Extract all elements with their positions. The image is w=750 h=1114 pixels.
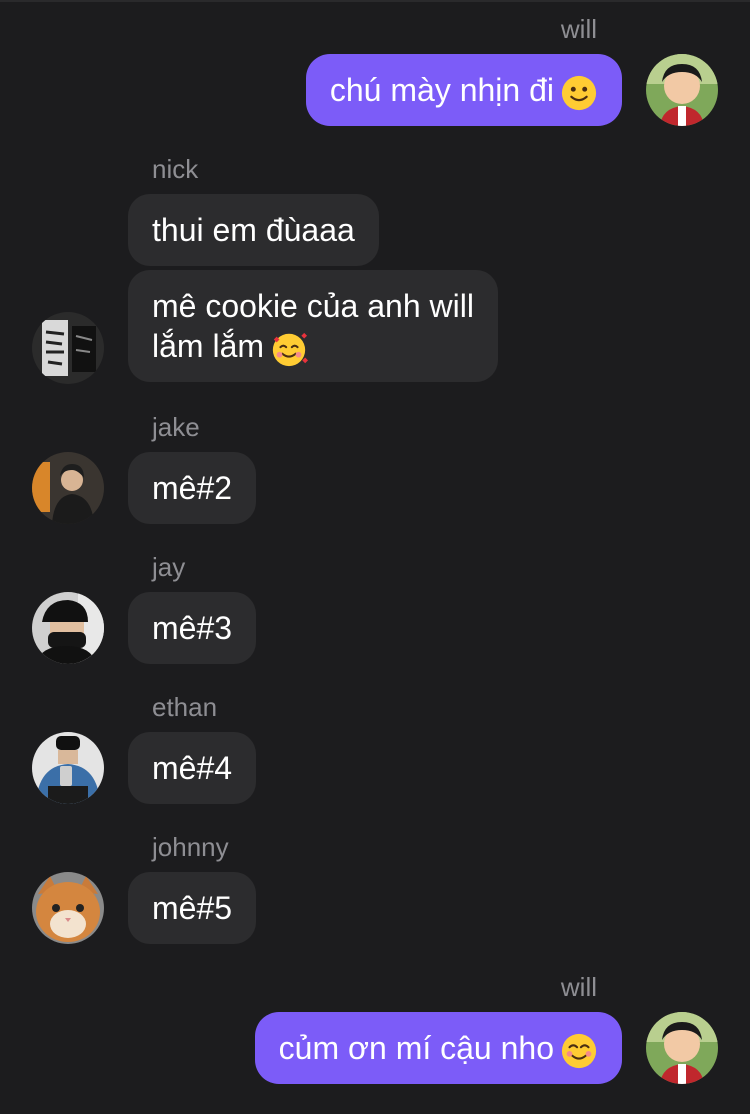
message-text: mê#3 — [152, 610, 233, 646]
sender-name-johnny: johnny — [152, 832, 229, 862]
will-avatar[interactable] — [646, 54, 718, 126]
slightly-smiling-face-emoji-icon — [561, 75, 597, 110]
message-text: mê#4 — [152, 750, 233, 786]
message-text: mê#5 — [152, 890, 233, 926]
smiling-face-emoji-icon — [561, 1033, 597, 1068]
sender-name-jay: jay — [152, 552, 186, 582]
message-bubble-incoming[interactable]: mê cookie của anh will lắm lắm — [128, 270, 498, 382]
message-bubble-incoming[interactable]: mê#5 — [128, 872, 257, 944]
jay-avatar-image — [32, 592, 104, 664]
sender-name-will: will — [560, 972, 597, 1002]
message-bubble-incoming[interactable]: thui em đùaaa — [128, 194, 379, 266]
message-text-line1: mê cookie của anh will — [152, 288, 474, 324]
message-bubble-outgoing[interactable]: chú mày nhịn đi — [305, 54, 622, 126]
message-text: chú mày nhịn đi — [329, 72, 554, 108]
nick-avatar-image — [32, 312, 104, 384]
will-avatar-image — [646, 54, 718, 126]
message-bubble-incoming[interactable]: mê#4 — [128, 732, 257, 804]
top-divider — [0, 0, 750, 2]
message-bubble-outgoing[interactable]: củm ơn mí cậu nho — [254, 1012, 622, 1084]
cat-avatar-image — [32, 872, 104, 944]
ethan-avatar[interactable] — [32, 732, 104, 804]
will-avatar-image — [646, 1012, 718, 1084]
sender-name-nick: nick — [152, 154, 199, 184]
sender-name-will: will — [560, 14, 597, 44]
jake-avatar[interactable] — [32, 452, 104, 524]
smiling-face-with-hearts-emoji-icon — [272, 332, 309, 366]
message-text: củm ơn mí cậu nho — [278, 1030, 554, 1066]
jake-avatar-image — [32, 452, 104, 524]
message-bubble-incoming[interactable]: mê#2 — [128, 452, 257, 524]
nick-avatar[interactable] — [32, 312, 104, 384]
message-bubble-incoming[interactable]: mê#3 — [128, 592, 257, 664]
message-text-line2: lắm lắm — [152, 328, 265, 364]
jay-avatar[interactable] — [32, 592, 104, 664]
ethan-avatar-image — [32, 732, 104, 804]
will-avatar[interactable] — [646, 1012, 718, 1084]
johnny-cat-avatar[interactable] — [32, 872, 104, 944]
sender-name-jake: jake — [152, 412, 200, 442]
message-text: mê#2 — [152, 470, 233, 506]
sender-name-ethan: ethan — [152, 692, 218, 722]
message-text: thui em đùaaa — [152, 212, 355, 248]
